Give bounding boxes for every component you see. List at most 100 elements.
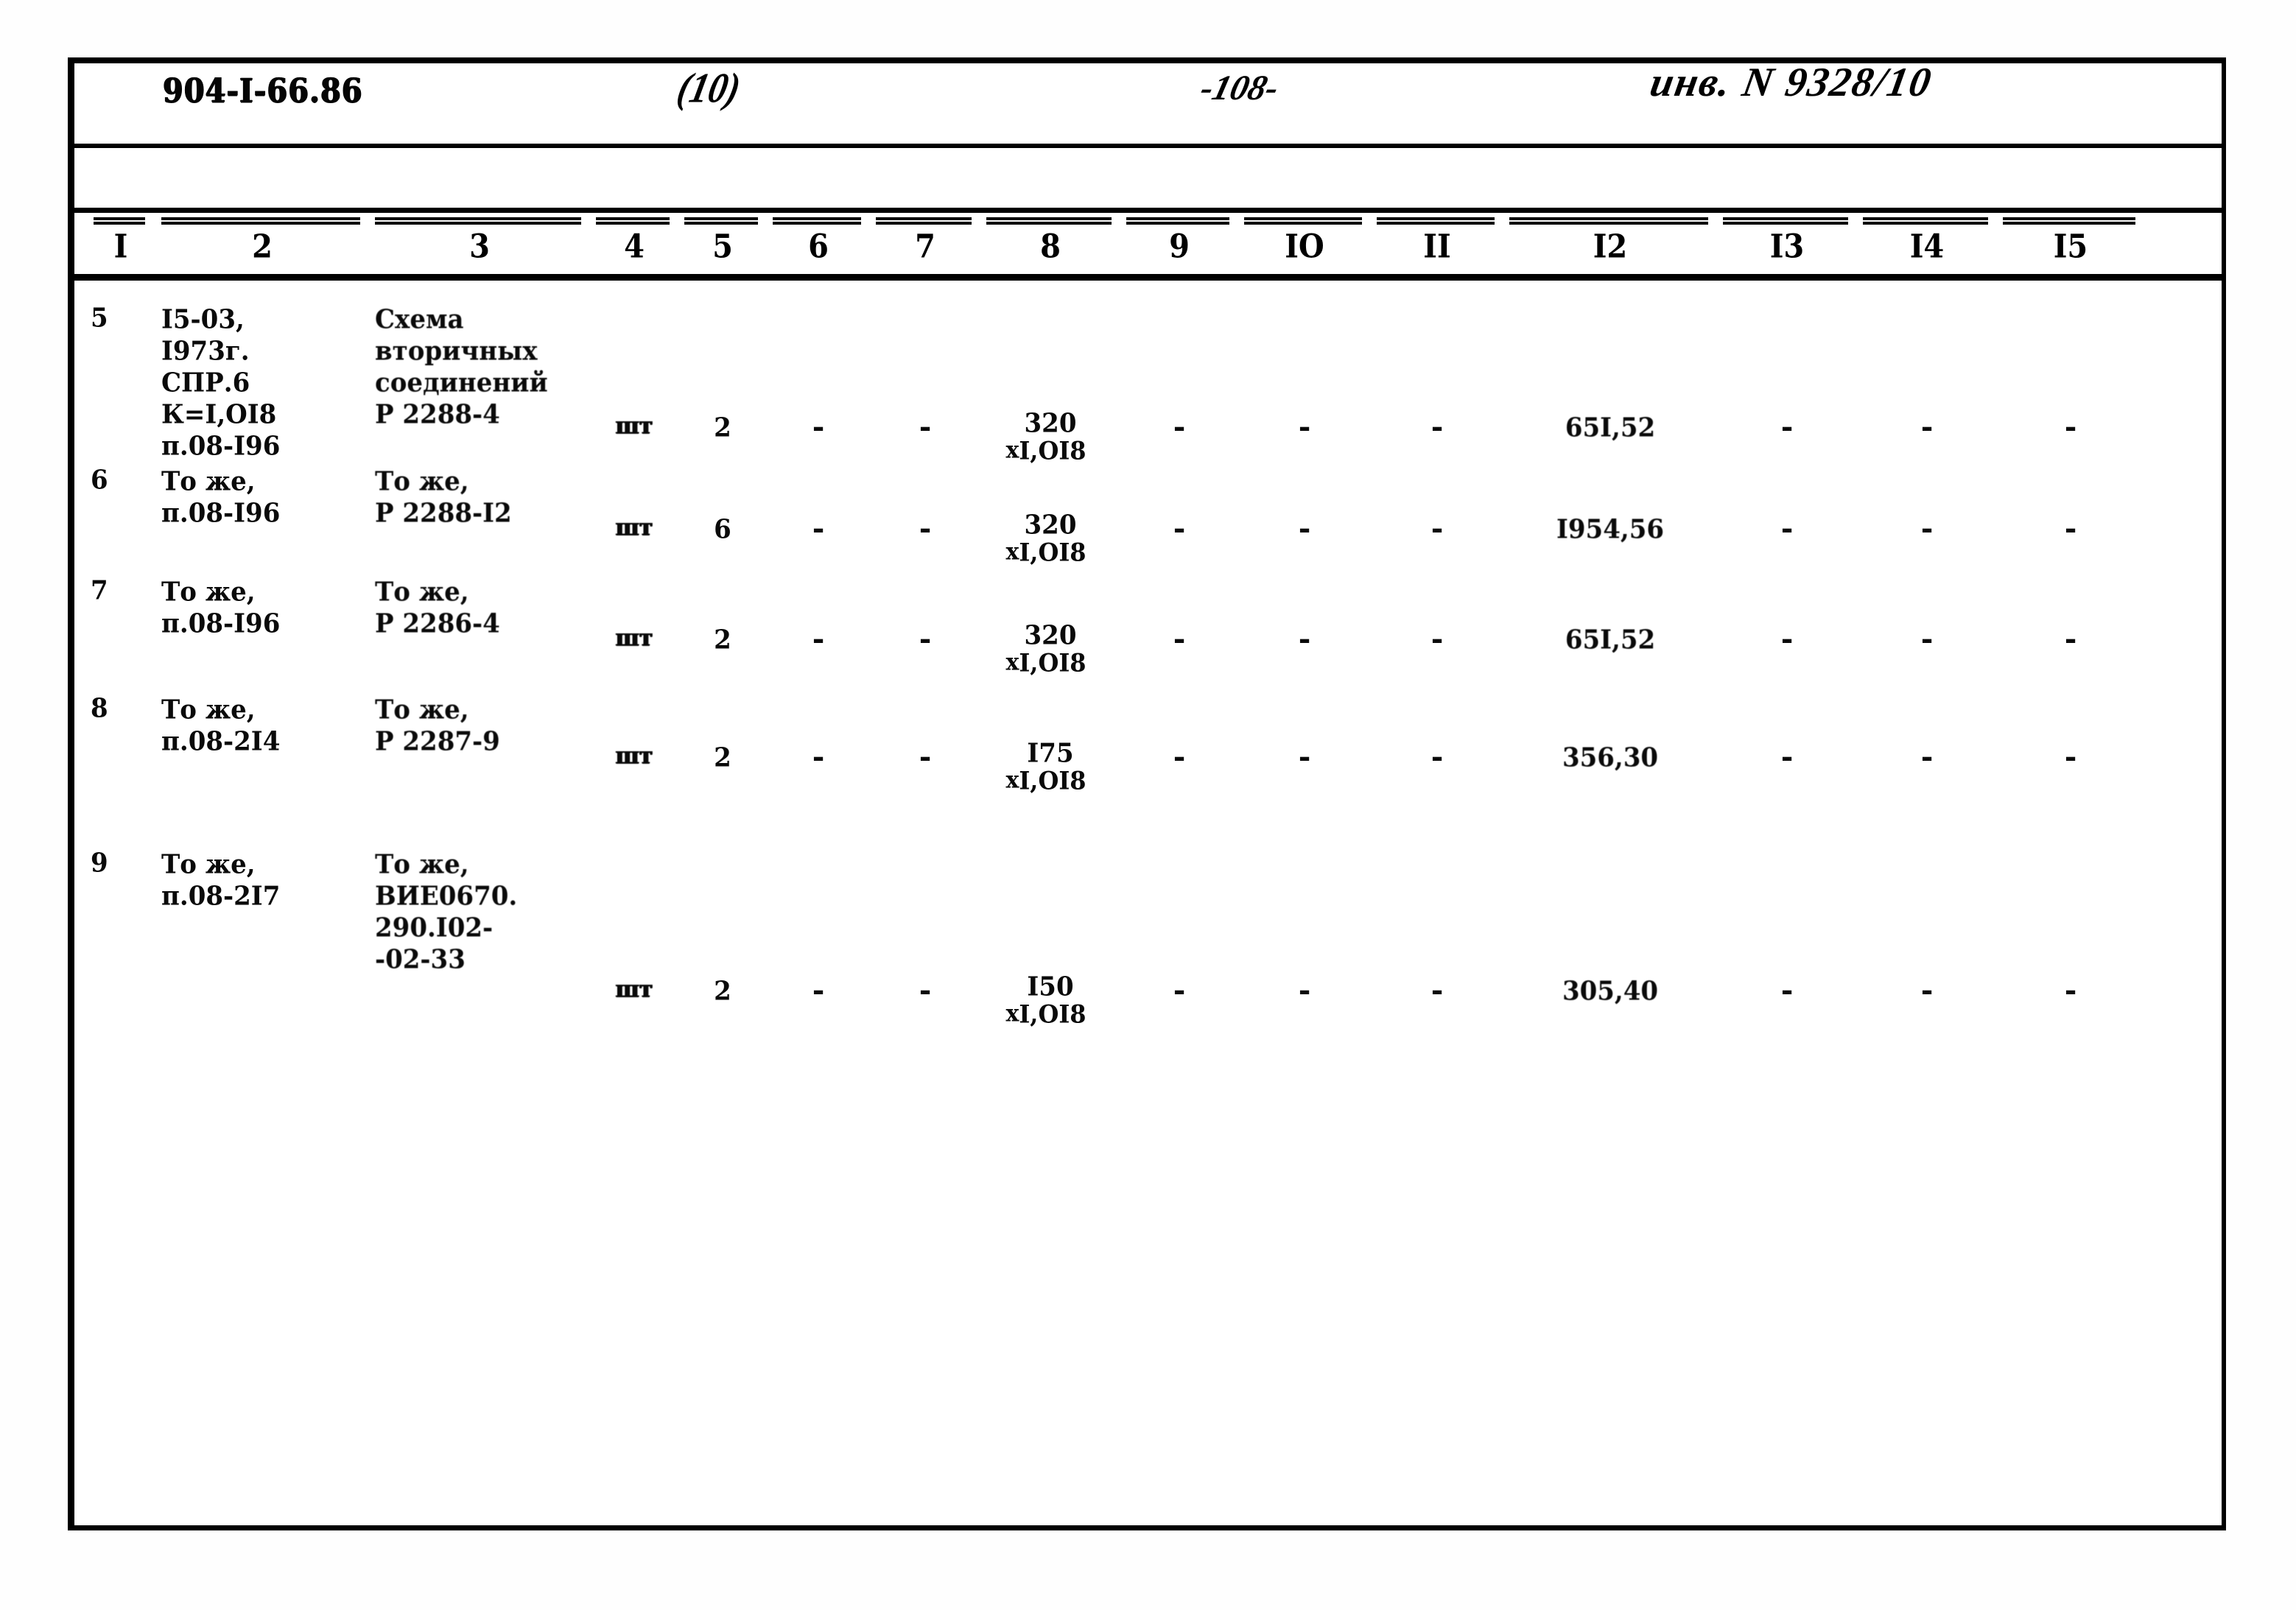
quantity: 2	[714, 412, 731, 443]
empty-value-dash: -	[2064, 511, 2077, 546]
column-header-I4: I4	[1909, 227, 1945, 266]
column-header-I3: I3	[1769, 227, 1805, 266]
column-rule	[1863, 217, 1988, 225]
empty-value-dash: -	[1430, 622, 1444, 656]
page-header-strip: 904-I-66.86 (10) -108- инв. N 9328/10	[74, 60, 2222, 148]
price-coefficient: xI,OI8	[1005, 999, 1086, 1029]
row-number: 8	[91, 693, 108, 724]
column-rule	[375, 217, 581, 225]
row-number: 6	[91, 465, 108, 496]
document-page-frame: 904-I-66.86 (10) -108- инв. N 9328/10 I2…	[68, 57, 2226, 1530]
empty-value-dash: -	[1780, 739, 1794, 774]
quantity: 2	[714, 976, 731, 1007]
unit-of-measure: шт	[615, 976, 653, 1003]
column-header-3: 3	[469, 227, 490, 266]
unit-price-with-coefficient: I50 xI,OI8	[980, 971, 1120, 1029]
column-header-IO: IO	[1285, 227, 1324, 266]
inventory-number-handwritten: инв. N 9328/10	[1646, 60, 1936, 105]
empty-value-dash: -	[1298, 622, 1311, 656]
unit-of-measure: шт	[615, 514, 653, 541]
quantity: 2	[714, 625, 731, 655]
price-coefficient: xI,OI8	[1005, 538, 1086, 567]
empty-value-dash: -	[1173, 973, 1186, 1008]
empty-value-dash: -	[1920, 973, 1934, 1008]
source-reference: То же, п.08-I96	[161, 577, 281, 640]
empty-value-dash: -	[919, 511, 932, 546]
empty-value-dash: -	[1430, 409, 1444, 444]
column-header-I: I	[113, 227, 128, 266]
unit-of-measure: шт	[615, 625, 653, 652]
unit-price: 320	[1024, 408, 1077, 439]
total-cost: I954,56	[1556, 514, 1665, 545]
empty-value-dash: -	[1298, 511, 1311, 546]
empty-value-dash: -	[812, 739, 825, 774]
item-description: То же, Р 2288-I2	[375, 466, 512, 530]
empty-value-dash: -	[1298, 409, 1311, 444]
empty-value-dash: -	[1780, 622, 1794, 656]
column-rule	[2003, 217, 2135, 225]
price-coefficient: xI,OI8	[1005, 766, 1086, 795]
coefficient-value: I,OI8	[1019, 436, 1086, 465]
row-number: 9	[91, 848, 108, 879]
quantity: 2	[714, 742, 731, 773]
column-rule	[1244, 217, 1362, 225]
coefficient-value: I,OI8	[1019, 538, 1086, 567]
column-rule	[773, 217, 861, 225]
coefficient-value: I,OI8	[1019, 999, 1086, 1029]
unit-price: I75	[1027, 738, 1074, 769]
total-cost: 305,40	[1562, 976, 1659, 1007]
unit-price: 320	[1024, 620, 1077, 651]
unit-of-measure: шт	[615, 742, 653, 770]
column-rule	[1509, 217, 1708, 225]
empty-value-dash: -	[1173, 622, 1186, 656]
header-spacer-band	[74, 148, 2222, 213]
unit-price: I50	[1027, 971, 1074, 1002]
empty-value-dash: -	[812, 511, 825, 546]
empty-value-dash: -	[812, 622, 825, 656]
table-row: 8 То же, п.08-2I4 То же, Р 2287-9 шт 2 - - I75 x…	[74, 693, 2222, 840]
sheet-mark-handwritten: (10)	[673, 63, 745, 112]
empty-value-dash: -	[1780, 973, 1794, 1008]
empty-value-dash: -	[2064, 739, 2077, 774]
table-body: 5 I5-03, I973г. СПР.6 К=I,OI8 п.08-I96 Схе…	[74, 281, 2222, 1525]
quantity: 6	[714, 514, 731, 545]
column-rule	[1377, 217, 1495, 225]
empty-value-dash: -	[1920, 739, 1934, 774]
column-rule	[161, 217, 360, 225]
empty-value-dash: -	[1298, 973, 1311, 1008]
source-reference: То же, п.08-2I7	[161, 849, 281, 913]
item-description: Схема вторичных соединений Р 2288-4	[375, 304, 548, 431]
empty-value-dash: -	[1298, 739, 1311, 774]
unit-price: 320	[1024, 510, 1077, 541]
column-header-I5: I5	[2053, 227, 2088, 266]
column-rule	[876, 217, 972, 225]
empty-value-dash: -	[812, 973, 825, 1008]
unit-price-with-coefficient: I75 xI,OI8	[980, 738, 1120, 795]
source-reference: То же, п.08-I96	[161, 466, 281, 530]
total-cost: 356,30	[1562, 742, 1659, 773]
column-header-I2: I2	[1593, 227, 1628, 266]
column-header-9: 9	[1169, 227, 1190, 266]
price-coefficient: xI,OI8	[1005, 648, 1086, 678]
coefficient-value: I,OI8	[1019, 648, 1086, 678]
empty-value-dash: -	[1780, 409, 1794, 444]
column-rule	[94, 217, 145, 225]
empty-value-dash: -	[1430, 973, 1444, 1008]
empty-value-dash: -	[919, 739, 932, 774]
empty-value-dash: -	[1920, 511, 1934, 546]
empty-value-dash: -	[1173, 511, 1186, 546]
column-header-4: 4	[624, 227, 645, 266]
table-row: 9 То же, п.08-2I7 То же, ВИЕ0670. 290.I02-…	[74, 848, 2222, 1029]
empty-value-dash: -	[2064, 622, 2077, 656]
empty-value-dash: -	[1920, 409, 1934, 444]
empty-value-dash: -	[1173, 409, 1186, 444]
empty-value-dash: -	[1430, 511, 1444, 546]
source-reference: I5-03, I973г. СПР.6 К=I,OI8 п.08-I96	[161, 304, 281, 463]
empty-value-dash: -	[919, 409, 932, 444]
row-number: 5	[91, 303, 108, 334]
empty-value-dash: -	[1173, 739, 1186, 774]
source-reference: То же, п.08-2I4	[161, 695, 281, 758]
column-header-II: II	[1423, 227, 1451, 266]
empty-value-dash: -	[1780, 511, 1794, 546]
item-description: То же, ВИЕ0670. 290.I02- -02-33	[375, 849, 518, 976]
